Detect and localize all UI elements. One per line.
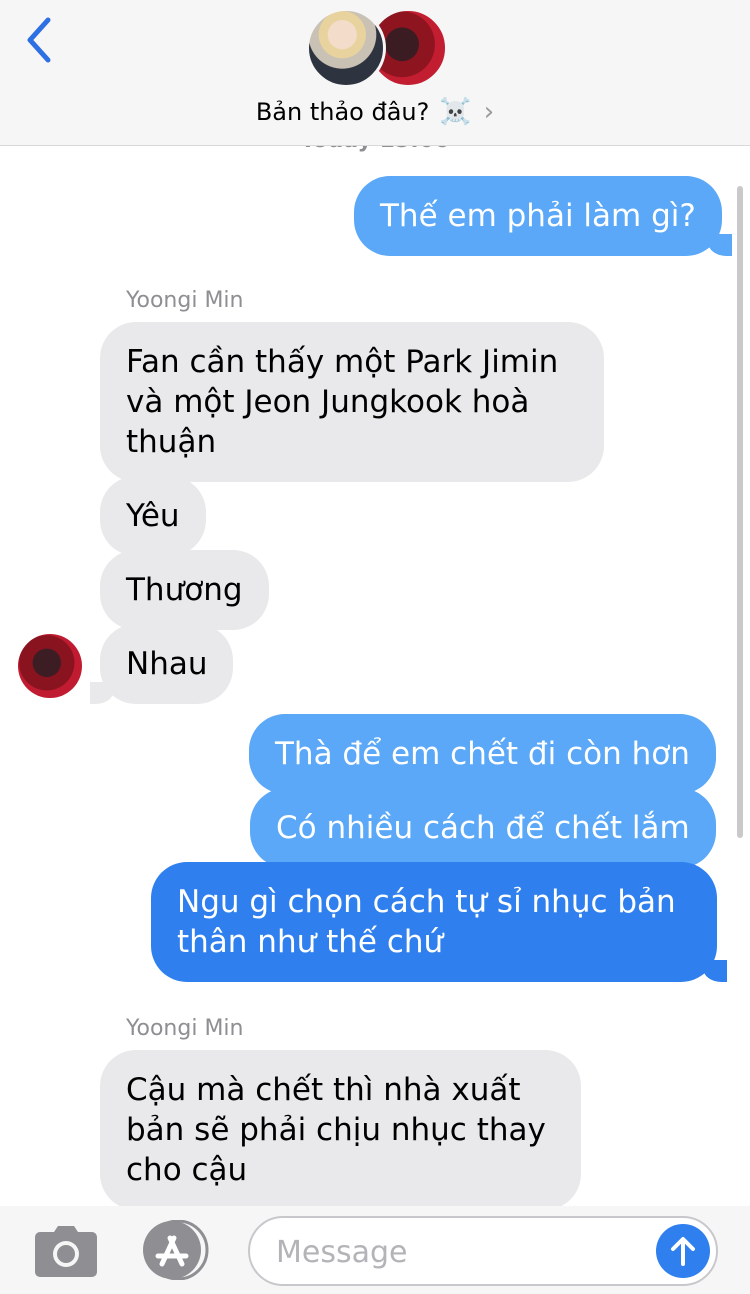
- back-button[interactable]: [20, 14, 60, 66]
- message-bubble-received[interactable]: Thương: [100, 550, 269, 630]
- message-text: Yêu: [126, 498, 180, 534]
- conversation-name: Bản thảo đâu?: [255, 98, 430, 126]
- message-bubble-received[interactable]: Nhau: [89, 624, 234, 704]
- message-line: thuận: [126, 424, 217, 460]
- message-text: Có nhiều cách để chết lắm: [276, 810, 690, 846]
- scrollbar[interactable]: [737, 186, 743, 838]
- apps-button[interactable]: [140, 1219, 214, 1281]
- arrow-up-icon: [671, 1237, 695, 1266]
- send-button[interactable]: [656, 1224, 710, 1278]
- conversation-title[interactable]: Bản thảo đâu? ☠️ ›: [0, 92, 750, 132]
- sender-name: Yoongi Min: [126, 1016, 244, 1041]
- message-text: Thà để em chết đi còn hơn: [275, 736, 690, 772]
- sender-name: Yoongi Min: [126, 288, 244, 313]
- message-line: Cậu mà chết thì nhà xuất: [126, 1072, 521, 1108]
- message-line: bản sẽ phải chịu nhục thay: [126, 1112, 546, 1148]
- message-line: Fan cần thấy một Park Jimin: [126, 344, 559, 380]
- message-text: Nhau: [126, 646, 208, 682]
- message-bubble-sent[interactable]: Thà để em chết đi còn hơn: [249, 714, 716, 794]
- message-input[interactable]: [276, 1230, 636, 1274]
- message-text: Thế em phải làm gì?: [380, 198, 696, 234]
- camera-button[interactable]: [34, 1224, 98, 1278]
- message-bubble-sent[interactable]: Thế em phải làm gì?: [354, 176, 732, 256]
- message-bubble-received[interactable]: Yêu: [100, 476, 206, 556]
- contact-avatar[interactable]: [18, 634, 82, 698]
- message-input-container[interactable]: [248, 1216, 718, 1286]
- message-bubble-sent[interactable]: Ngu gì chọn cách tự sỉ nhục bản thân như…: [151, 862, 727, 982]
- group-avatars[interactable]: [306, 8, 448, 90]
- message-line: Ngu gì chọn cách tự sỉ nhục bản: [177, 884, 676, 920]
- app-store-icon: [143, 1219, 209, 1281]
- message-bubble-received[interactable]: Cậu mà chết thì nhà xuất bản sẽ phải chị…: [100, 1050, 581, 1210]
- chevron-right-icon: ›: [483, 97, 495, 127]
- conversation-header: Bản thảo đâu? ☠️ ›: [0, 0, 750, 146]
- message-text: Thương: [126, 572, 243, 608]
- message-line: cho cậu: [126, 1152, 248, 1188]
- avatar: [306, 8, 386, 88]
- message-bubble-received[interactable]: Fan cần thấy một Park Jimin và một Jeon …: [100, 322, 604, 482]
- chevron-left-icon: [27, 17, 51, 63]
- message-bubble-sent[interactable]: Có nhiều cách để chết lắm: [250, 788, 716, 868]
- skull-emoji: ☠️: [439, 97, 472, 127]
- composer-bar: [0, 1206, 750, 1294]
- message-line: thân như thế chứ: [177, 924, 444, 960]
- message-line: và một Jeon Jungkook hoà: [126, 384, 530, 420]
- camera-icon: [35, 1226, 97, 1277]
